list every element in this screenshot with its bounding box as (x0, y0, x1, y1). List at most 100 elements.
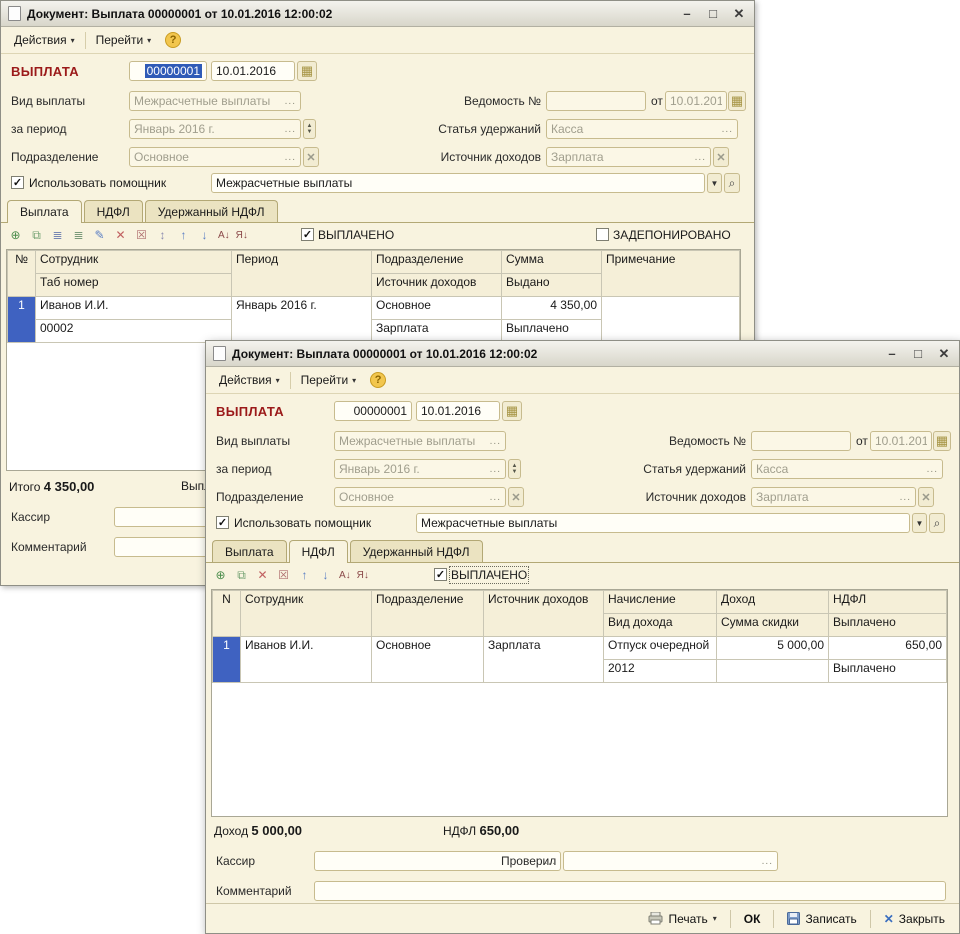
minimize-icon[interactable]: – (679, 6, 695, 21)
doc-date-field[interactable]: 10.01.2016 (211, 61, 295, 81)
edit-row-icon[interactable]: ✎ (91, 227, 108, 244)
row-number[interactable]: 1 (8, 297, 36, 343)
cell-income-source[interactable]: Зарплата (484, 637, 604, 683)
proveril-field[interactable]: ... (563, 851, 778, 871)
reorder-icon[interactable]: ↕ (154, 227, 171, 244)
comment-field[interactable] (314, 881, 946, 901)
tab-uderzhanny-ndfl[interactable]: Удержанный НДФЛ (145, 200, 278, 222)
vid-field[interactable]: Межрасчетные выплаты... (334, 431, 506, 451)
cell-employee[interactable]: Иванов И.И. (241, 637, 372, 683)
move-up-icon[interactable]: ↑ (296, 567, 313, 584)
add-lines-icon[interactable]: ≣ (49, 227, 66, 244)
tab-uderzhanny-ndfl[interactable]: Удержанный НДФЛ (350, 540, 483, 562)
doc-number-field[interactable]: 00000001 (334, 401, 412, 421)
clear-icon[interactable]: ✕ (713, 147, 729, 167)
sort-asc-icon[interactable]: А↓ (338, 567, 352, 584)
use-helper-checkbox[interactable]: ✓ (11, 176, 24, 189)
doc-number-field[interactable]: 00000001 (129, 61, 207, 81)
delete-all-icon[interactable]: ☒ (275, 567, 292, 584)
cell-period[interactable]: Январь 2016 г. (232, 297, 372, 343)
search-icon[interactable]: ⌕ (929, 513, 945, 533)
calendar-icon[interactable]: ▦ (933, 431, 951, 451)
title-bar[interactable]: Документ: Выплата 00000001 от 10.01.2016… (206, 341, 959, 367)
uderzh-field[interactable]: Касса... (751, 459, 943, 479)
row-number[interactable]: 1 (213, 637, 241, 683)
cell-tab-number[interactable]: 00002 (36, 320, 232, 343)
dropdown-icon[interactable]: ▼ (707, 173, 722, 193)
uderzh-field[interactable]: Касса... (546, 119, 738, 139)
help-icon[interactable]: ? (370, 372, 386, 388)
helper-combo[interactable]: Межрасчетные выплаты (211, 173, 705, 193)
cell-accrual[interactable]: Отпуск очередной (604, 637, 717, 660)
close-button[interactable]: ✕ Закрыть (880, 910, 949, 928)
vid-field[interactable]: Межрасчетные выплаты... (129, 91, 301, 111)
clear-icon[interactable]: ✕ (508, 487, 524, 507)
copy-row-icon[interactable]: ⧉ (28, 227, 45, 244)
menu-actions[interactable]: Действия▾ (6, 30, 83, 50)
ellipsis-icon[interactable]: ... (692, 152, 706, 163)
cell-sum[interactable]: 4 350,00 (502, 297, 602, 320)
ellipsis-icon[interactable]: ... (282, 96, 296, 107)
ok-button[interactable]: ОК (740, 910, 765, 928)
menu-goto[interactable]: Перейти▾ (293, 370, 365, 390)
cell-note[interactable] (602, 297, 740, 343)
move-up-icon[interactable]: ↑ (175, 227, 192, 244)
istochnik-field[interactable]: Зарплата... (546, 147, 711, 167)
dept-field[interactable]: Основное... (129, 147, 301, 167)
cell-ndfl[interactable]: 650,00 (829, 637, 947, 660)
clear-icon[interactable]: ✕ (303, 147, 319, 167)
close-icon[interactable]: ✕ (731, 6, 747, 22)
vedomost-date-field[interactable]: 10.01.2016 (665, 91, 727, 111)
ellipsis-icon[interactable]: ... (924, 464, 938, 475)
copy-row-icon[interactable]: ⧉ (233, 567, 250, 584)
ellipsis-icon[interactable]: ... (759, 856, 773, 867)
tab-ndfl[interactable]: НДФЛ (84, 200, 143, 222)
cell-discount-sum[interactable] (717, 660, 829, 683)
maximize-icon[interactable]: □ (910, 346, 926, 361)
delete-row-icon[interactable]: ✕ (254, 567, 271, 584)
ellipsis-icon[interactable]: ... (719, 124, 733, 135)
calendar-icon[interactable]: ▦ (502, 401, 522, 421)
cell-dept[interactable]: Основное (372, 637, 484, 683)
help-icon[interactable]: ? (165, 32, 181, 48)
add-row-icon[interactable]: ⊕ (7, 227, 24, 244)
tab-vyplata[interactable]: Выплата (212, 540, 287, 562)
move-down-icon[interactable]: ↓ (196, 227, 213, 244)
spinner-control[interactable]: ▲▼ (508, 459, 521, 479)
menu-actions[interactable]: Действия▾ (211, 370, 288, 390)
cell-income[interactable]: 5 000,00 (717, 637, 829, 660)
move-down-icon[interactable]: ↓ (317, 567, 334, 584)
table-row[interactable]: 1 Иванов И.И. Основное Зарплата Отпуск о… (213, 637, 947, 660)
cell-income-type[interactable]: 2012 (604, 660, 717, 683)
cell-dept[interactable]: Основное (372, 297, 502, 320)
dropdown-icon[interactable]: ▼ (912, 513, 927, 533)
dept-field[interactable]: Основное... (334, 487, 506, 507)
calendar-icon[interactable]: ▦ (728, 91, 746, 111)
use-helper-checkbox[interactable]: ✓ (216, 516, 229, 529)
calendar-icon[interactable]: ▦ (297, 61, 317, 81)
ellipsis-icon[interactable]: ... (282, 124, 296, 135)
table-row[interactable]: 1 Иванов И.И. Январь 2016 г. Основное 4 … (8, 297, 740, 320)
save-button[interactable]: Записать (783, 910, 860, 928)
istochnik-field[interactable]: Зарплата... (751, 487, 916, 507)
ellipsis-icon[interactable]: ... (487, 492, 501, 503)
period-field[interactable]: Январь 2016 г.... (129, 119, 301, 139)
period-field[interactable]: Январь 2016 г.... (334, 459, 506, 479)
ndfl-table[interactable]: N Сотрудник Подразделение Источник доход… (211, 589, 948, 817)
sort-asc-icon[interactable]: А↓ (217, 227, 231, 244)
doc-date-field[interactable]: 10.01.2016 (416, 401, 500, 421)
ellipsis-icon[interactable]: ... (282, 152, 296, 163)
ellipsis-icon[interactable]: ... (897, 492, 911, 503)
close-icon[interactable]: ✕ (936, 346, 952, 362)
clear-icon[interactable]: ✕ (918, 487, 934, 507)
maximize-icon[interactable]: □ (705, 6, 721, 21)
vedomost-number-field[interactable] (546, 91, 646, 111)
delete-all-icon[interactable]: ☒ (133, 227, 150, 244)
paid-checkbox[interactable]: ✓ (301, 228, 314, 241)
ellipsis-icon[interactable]: ... (487, 436, 501, 447)
menu-goto[interactable]: Перейти▾ (88, 30, 160, 50)
print-button[interactable]: Печать▾ (644, 910, 720, 928)
move-lines-icon[interactable]: ≣ (70, 227, 87, 244)
cell-paid[interactable]: Выплачено (829, 660, 947, 683)
vedomost-date-field[interactable]: 10.01.2016 (870, 431, 932, 451)
